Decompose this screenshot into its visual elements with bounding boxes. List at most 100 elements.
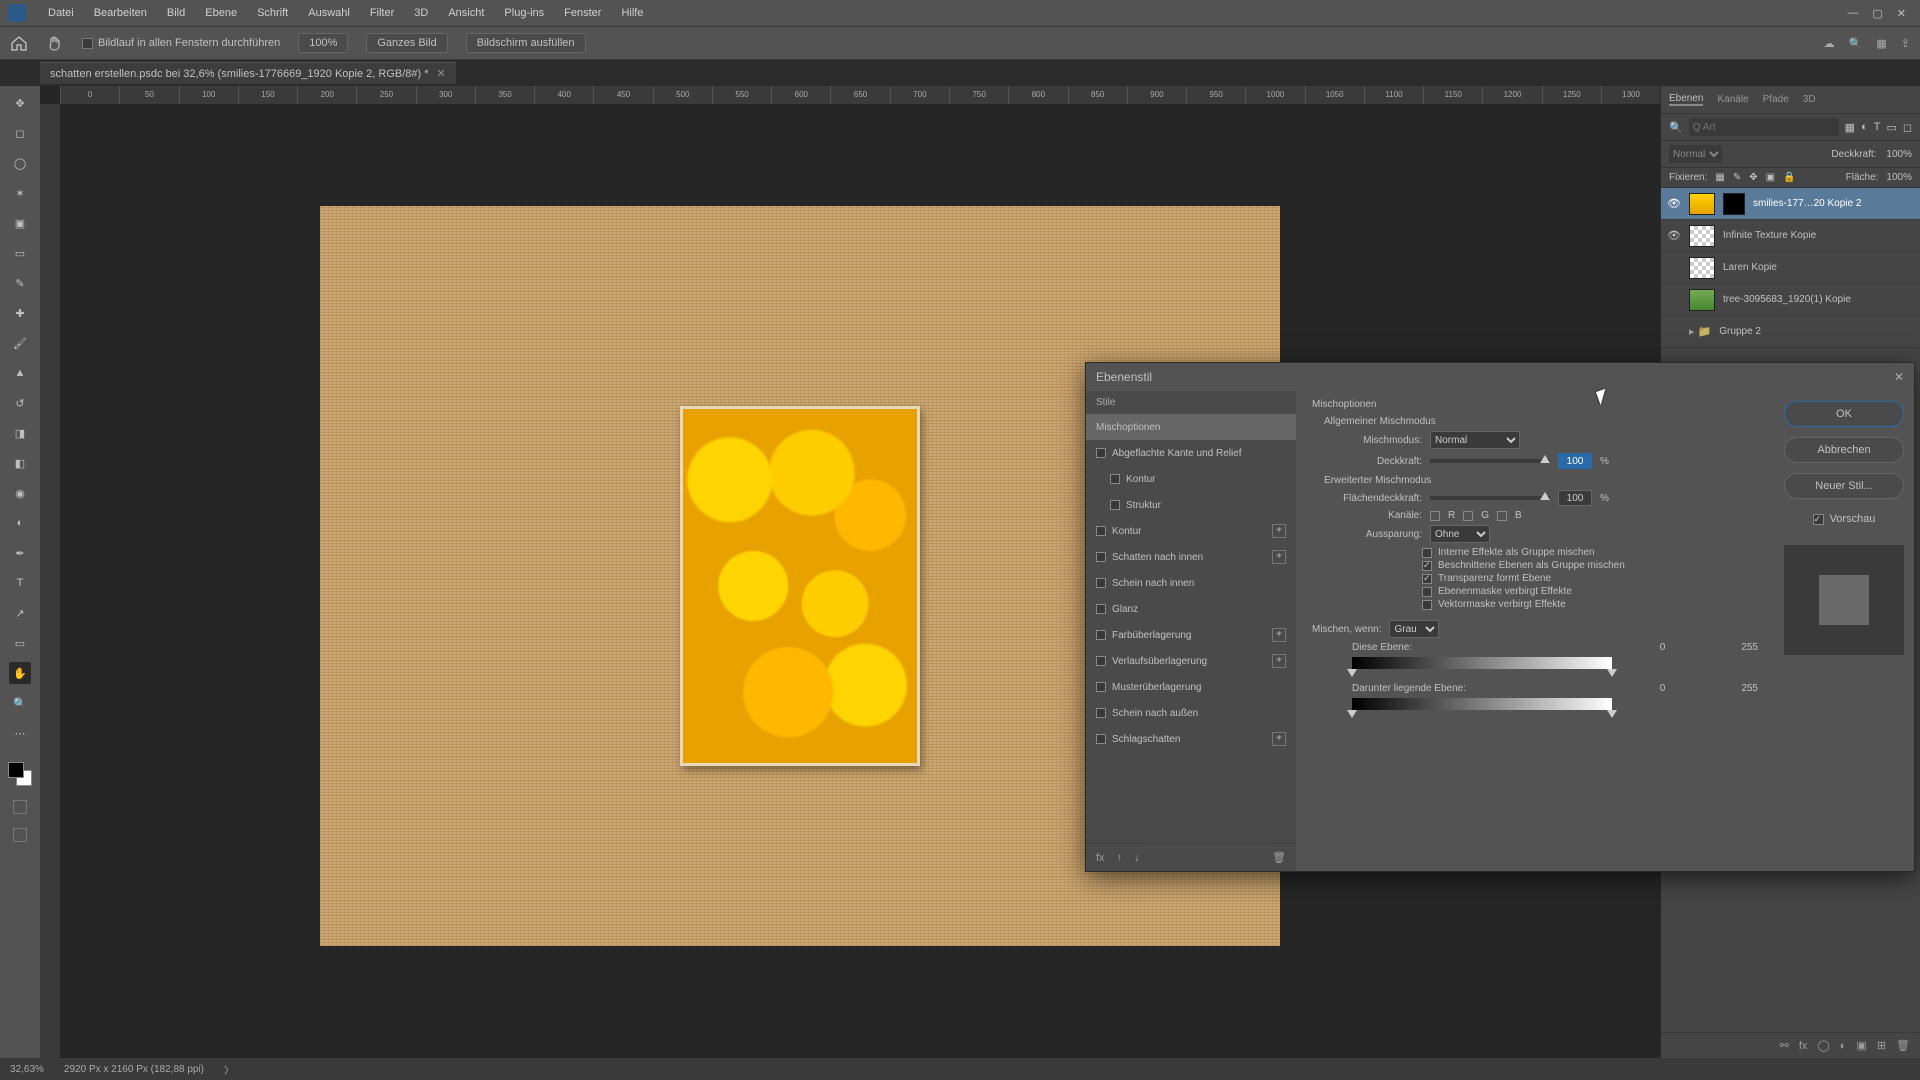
- gradient-tool-icon[interactable]: ◧: [9, 452, 31, 474]
- quickmask-icon[interactable]: [13, 800, 27, 814]
- lasso-tool-icon[interactable]: ◯: [9, 152, 31, 174]
- menu-item-ansicht[interactable]: Ansicht: [438, 7, 494, 19]
- effect-item[interactable]: Schatten nach innen+: [1086, 544, 1296, 570]
- frame-tool-icon[interactable]: ▭: [9, 242, 31, 264]
- effect-checkbox[interactable]: [1096, 448, 1106, 458]
- channel-r-checkbox[interactable]: [1430, 511, 1440, 521]
- move-up-icon[interactable]: ↑: [1117, 852, 1123, 864]
- search-icon[interactable]: 🔍: [1849, 37, 1863, 50]
- effect-item[interactable]: Struktur: [1086, 492, 1296, 518]
- channel-g-checkbox[interactable]: [1463, 511, 1473, 521]
- layer-row[interactable]: tree-3095683_1920(1) Kopie: [1661, 284, 1920, 316]
- eyedropper-tool-icon[interactable]: ✎: [9, 272, 31, 294]
- dodge-tool-icon[interactable]: ◐: [9, 512, 31, 534]
- add-effect-icon[interactable]: +: [1272, 628, 1286, 642]
- panel-tab-kanäle[interactable]: Kanäle: [1717, 94, 1748, 105]
- workspace-icon[interactable]: ▦: [1876, 37, 1886, 50]
- lock-all-icon[interactable]: 🔒: [1783, 172, 1795, 183]
- move-down-icon[interactable]: ↓: [1134, 852, 1140, 864]
- ok-button[interactable]: OK: [1784, 401, 1904, 427]
- trash-icon[interactable]: 🗑: [1896, 1039, 1910, 1052]
- panel-tab-ebenen[interactable]: Ebenen: [1669, 93, 1703, 106]
- effect-item[interactable]: Farbüberlagerung+: [1086, 622, 1296, 648]
- heal-tool-icon[interactable]: ✚: [9, 302, 31, 324]
- effect-item[interactable]: Kontur: [1086, 466, 1296, 492]
- effect-checkbox[interactable]: [1096, 656, 1106, 666]
- layer-thumbnail[interactable]: [1689, 257, 1715, 279]
- hand-tool-icon[interactable]: ✋: [9, 662, 31, 684]
- fill-opacity-input[interactable]: [1558, 490, 1592, 506]
- menu-item-auswahl[interactable]: Auswahl: [298, 7, 360, 19]
- shape-tool-icon[interactable]: ▭: [9, 632, 31, 654]
- knockout-dropdown[interactable]: Ohne: [1430, 525, 1490, 543]
- filter-shape-icon[interactable]: ▭: [1886, 121, 1896, 134]
- eraser-tool-icon[interactable]: ◨: [9, 422, 31, 444]
- marquee-tool-icon[interactable]: ◻: [9, 122, 31, 144]
- layer-row[interactable]: 👁smilies-177…20 Kopie 2: [1661, 188, 1920, 220]
- wand-tool-icon[interactable]: ✶: [9, 182, 31, 204]
- menu-item-filter[interactable]: Filter: [360, 7, 404, 19]
- effect-checkbox[interactable]: [1096, 708, 1106, 718]
- menu-item-3d[interactable]: 3D: [404, 7, 438, 19]
- path-tool-icon[interactable]: ↗: [9, 602, 31, 624]
- effect-item[interactable]: Musterüberlagerung: [1086, 674, 1296, 700]
- link-layers-icon[interactable]: ⚯: [1780, 1039, 1789, 1052]
- layer-row[interactable]: ▸ 📁Gruppe 2: [1661, 316, 1920, 348]
- effect-checkbox[interactable]: [1096, 682, 1106, 692]
- blendif-dropdown[interactable]: Grau: [1389, 620, 1439, 638]
- minimize-icon[interactable]: —: [1847, 7, 1858, 20]
- layer-thumbnail[interactable]: [1689, 225, 1715, 247]
- blur-tool-icon[interactable]: ◉: [9, 482, 31, 504]
- blend-interior-checkbox[interactable]: [1422, 548, 1432, 558]
- stamp-tool-icon[interactable]: ▲: [9, 362, 31, 384]
- move-tool-icon[interactable]: ✥: [9, 92, 31, 114]
- opacity-slider[interactable]: [1430, 459, 1550, 463]
- effect-checkbox[interactable]: [1096, 604, 1106, 614]
- menu-item-ebene[interactable]: Ebene: [195, 7, 247, 19]
- layer-mask-thumbnail[interactable]: [1723, 193, 1745, 215]
- effect-checkbox[interactable]: [1096, 526, 1106, 536]
- layer-filter-input[interactable]: [1689, 118, 1839, 136]
- panel-tab-3d[interactable]: 3D: [1803, 94, 1816, 105]
- menu-item-hilfe[interactable]: Hilfe: [611, 7, 653, 19]
- dialog-titlebar[interactable]: Ebenenstil ✕: [1086, 363, 1914, 391]
- layer-name[interactable]: Infinite Texture Kopie: [1723, 230, 1914, 241]
- visibility-icon[interactable]: 👁: [1667, 229, 1681, 242]
- filter-type-icon[interactable]: T: [1874, 121, 1881, 133]
- type-tool-icon[interactable]: T: [9, 572, 31, 594]
- layer-name[interactable]: Laren Kopie: [1723, 262, 1914, 273]
- close-icon[interactable]: ✕: [1897, 7, 1906, 20]
- mask-icon[interactable]: ◯: [1817, 1039, 1829, 1052]
- effect-item[interactable]: Verlaufsüberlagerung+: [1086, 648, 1296, 674]
- layer-row[interactable]: Laren Kopie: [1661, 252, 1920, 284]
- effect-item[interactable]: Schein nach innen: [1086, 570, 1296, 596]
- transparency-shapes-checkbox[interactable]: [1422, 574, 1432, 584]
- delete-effect-icon[interactable]: 🗑: [1272, 851, 1286, 864]
- screenmode-icon[interactable]: [13, 828, 27, 842]
- history-brush-icon[interactable]: ↺: [9, 392, 31, 414]
- this-layer-gradient[interactable]: [1352, 657, 1612, 669]
- effect-checkbox[interactable]: [1096, 552, 1106, 562]
- effect-item[interactable]: Abgeflachte Kante und Relief: [1086, 440, 1296, 466]
- group-icon[interactable]: ▣: [1856, 1039, 1866, 1052]
- effect-item[interactable]: Glanz: [1086, 596, 1296, 622]
- blend-mode-dropdown[interactable]: Normal: [1430, 431, 1520, 449]
- menu-item-schrift[interactable]: Schrift: [247, 7, 298, 19]
- filter-smart-icon[interactable]: ◻: [1903, 121, 1912, 134]
- status-arrow-icon[interactable]: 〉: [224, 1062, 234, 1077]
- fit-screen-button[interactable]: Ganzes Bild: [366, 33, 447, 53]
- color-swatch[interactable]: [8, 762, 32, 786]
- close-tab-icon[interactable]: ✕: [437, 67, 446, 80]
- zoom-tool-icon[interactable]: 🔍: [9, 692, 31, 714]
- layer-mask-hides-checkbox[interactable]: [1422, 587, 1432, 597]
- fx-menu-icon[interactable]: fx: [1096, 852, 1105, 864]
- dialog-close-icon[interactable]: ✕: [1894, 370, 1904, 384]
- effect-checkbox[interactable]: [1096, 578, 1106, 588]
- doc-info-status[interactable]: 2920 Px x 2160 Px (182,88 ppi): [64, 1064, 204, 1075]
- effect-item[interactable]: Schein nach außen: [1086, 700, 1296, 726]
- add-effect-icon[interactable]: +: [1272, 524, 1286, 538]
- opacity-value[interactable]: 100%: [1886, 149, 1912, 160]
- add-effect-icon[interactable]: +: [1272, 654, 1286, 668]
- effect-item[interactable]: Kontur+: [1086, 518, 1296, 544]
- fill-opacity-slider[interactable]: [1430, 496, 1550, 500]
